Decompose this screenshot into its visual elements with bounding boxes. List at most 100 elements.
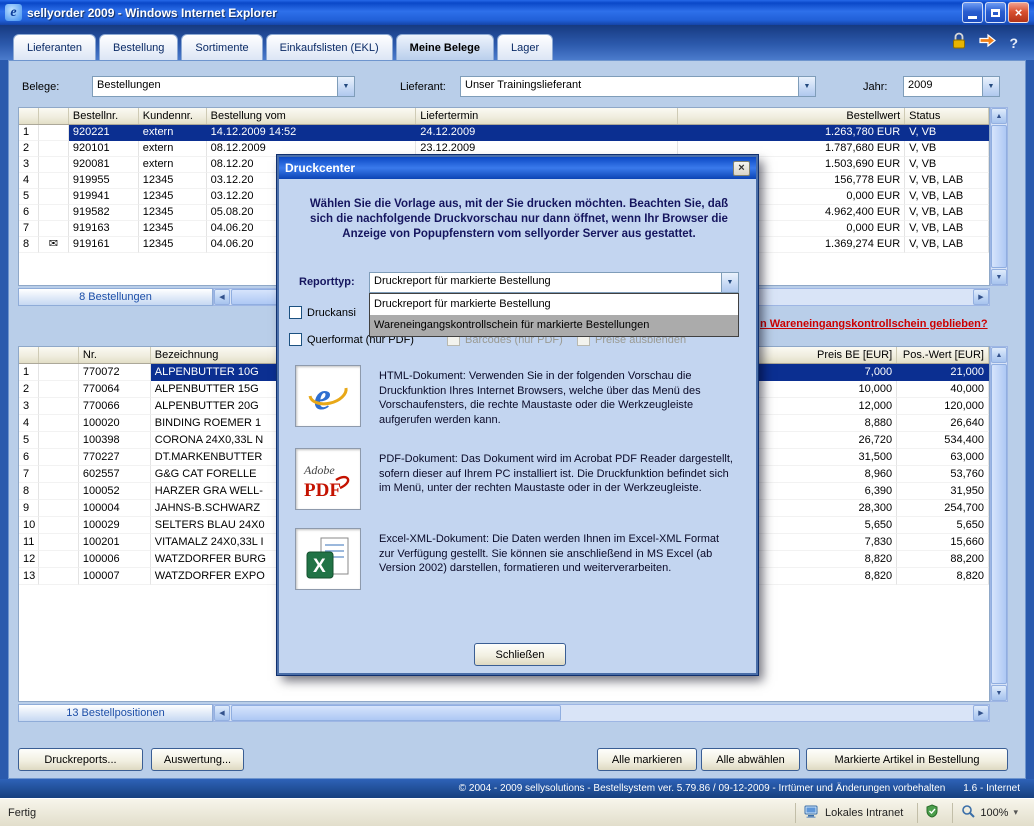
dialog-close-button[interactable]: × <box>733 161 750 176</box>
alle-markieren-button[interactable]: Alle markieren <box>597 748 697 771</box>
chevron-down-icon[interactable]: ▼ <box>337 77 354 96</box>
scrollbar-thumb[interactable] <box>231 705 561 721</box>
order-row[interactable]: 1 920221 extern 14.12.2009 14:52 24.12.2… <box>19 125 989 141</box>
row-number-cell: 8 <box>19 237 39 253</box>
restore-button[interactable] <box>985 2 1006 23</box>
cell-nr: 100029 <box>79 517 151 534</box>
tab-einkaufslisten[interactable]: Einkaufslisten (EKL) <box>266 34 393 60</box>
scroll-right-icon[interactable]: ▶ <box>973 289 989 305</box>
marker-cell <box>39 483 79 500</box>
markierte-artikel-button[interactable]: Markierte Artikel in Bestellung <box>806 748 1008 771</box>
checkbox-box <box>289 333 302 346</box>
col-nr[interactable]: Nr. <box>79 347 151 363</box>
row-number-cell: 6 <box>19 449 39 466</box>
security-section[interactable] <box>917 803 946 823</box>
tab-bestellung[interactable]: Bestellung <box>99 34 178 60</box>
tab-lager[interactable]: Lager <box>497 34 553 60</box>
col-bestellung-vom[interactable]: Bestellung vom <box>207 108 417 124</box>
chevron-down-icon[interactable]: ▼ <box>798 77 815 96</box>
marker-cell <box>39 500 79 517</box>
ie-logo-icon: e <box>5 4 22 21</box>
reporttyp-select[interactable]: Druckreport für markierte Bestellung ▼ <box>369 272 739 293</box>
col-pos-wert[interactable]: Pos.-Wert [EUR] <box>897 347 989 363</box>
marker-cell <box>39 398 79 415</box>
internet-explorer-icon[interactable]: e <box>295 365 361 427</box>
positions-vscrollbar[interactable]: ▲ ▼ <box>990 346 1008 702</box>
checkbox-label: Druckansi <box>307 307 356 319</box>
scroll-left-icon[interactable]: ◀ <box>214 289 230 305</box>
belege-select[interactable]: Bestellungen ▼ <box>92 76 355 97</box>
cell-pos-wert: 63,000 <box>897 449 989 466</box>
shield-icon <box>926 804 938 821</box>
row-number-cell: 5 <box>19 189 39 205</box>
cell-nr: 770227 <box>79 449 151 466</box>
main-navigation: Lieferanten Bestellung Sortimente Einkau… <box>0 25 1034 60</box>
col-kundennr[interactable]: Kundennr. <box>139 108 207 124</box>
scroll-up-icon[interactable]: ▲ <box>991 347 1007 363</box>
marker-cell <box>39 381 79 398</box>
cell-pos-wert: 53,760 <box>897 466 989 483</box>
chevron-down-icon[interactable]: ▼ <box>721 273 738 292</box>
cell-pos-wert: 5,650 <box>897 517 989 534</box>
cell-kundennr: 12345 <box>139 205 207 221</box>
positions-hscrollbar[interactable]: ◀ ▶ <box>213 704 990 722</box>
close-button[interactable]: × <box>1008 2 1029 23</box>
cell-kundennr: extern <box>139 125 207 141</box>
logout-arrow-icon[interactable] <box>978 33 997 53</box>
adobe-pdf-icon[interactable]: AdobePDF <box>295 448 361 510</box>
mail-envelope-icon <box>39 141 69 157</box>
col-rownum <box>19 108 39 124</box>
window-titlebar: e sellyorder 2009 - Windows Internet Exp… <box>0 0 1034 25</box>
cell-bestellnr: 919163 <box>69 221 139 237</box>
tab-sortimente[interactable]: Sortimente <box>181 34 262 60</box>
mail-envelope-icon <box>39 205 69 221</box>
col-bestellnr[interactable]: Bestellnr. <box>69 108 139 124</box>
col-preis-be[interactable]: Preis BE [EUR] <box>757 347 897 363</box>
lieferant-select[interactable]: Unser Trainingslieferant ▼ <box>460 76 816 97</box>
chevron-down-icon[interactable]: ▼ <box>982 77 999 96</box>
scroll-left-icon[interactable]: ◀ <box>214 705 230 721</box>
scroll-down-icon[interactable]: ▼ <box>991 269 1007 285</box>
belege-label: Belege: <box>22 81 59 93</box>
excel-xml-icon[interactable]: X <box>295 528 361 590</box>
col-liefertermin[interactable]: Liefertermin <box>416 108 677 124</box>
col-bestellwert[interactable]: Bestellwert <box>678 108 906 124</box>
row-number-cell: 1 <box>19 125 39 141</box>
minimize-button[interactable] <box>962 2 983 23</box>
caret-down-icon: ▾ <box>1013 807 1018 818</box>
cell-preis-be: 26,720 <box>757 432 897 449</box>
cell-status: V, VB <box>905 157 989 173</box>
marker-cell <box>39 466 79 483</box>
cell-preis-be: 5,650 <box>757 517 897 534</box>
wareneingangskontrollschein-link[interactable]: n Wareneingangskontrollschein geblieben? <box>760 318 988 330</box>
mail-envelope-icon <box>39 125 69 141</box>
scrollbar-thumb[interactable] <box>991 125 1007 268</box>
tab-lieferanten[interactable]: Lieferanten <box>13 34 96 60</box>
tab-meine-belege[interactable]: Meine Belege <box>396 34 494 60</box>
alle-abwaehlen-button[interactable]: Alle abwählen <box>701 748 800 771</box>
col-status[interactable]: Status <box>905 108 989 124</box>
scroll-down-icon[interactable]: ▼ <box>991 685 1007 701</box>
schliessen-button[interactable]: Schließen <box>474 643 566 666</box>
zoom-control[interactable]: 100% ▾ <box>952 803 1026 823</box>
row-number-cell: 1 <box>19 364 39 381</box>
scrollbar-thumb[interactable] <box>991 364 1007 684</box>
marker-cell <box>39 432 79 449</box>
help-icon[interactable]: ? <box>1009 35 1018 51</box>
marker-cell <box>39 364 79 381</box>
cell-nr: 770072 <box>79 364 151 381</box>
auswertung-button[interactable]: Auswertung... <box>151 748 244 771</box>
druckansicht-checkbox[interactable]: Druckansi <box>289 306 356 319</box>
cell-status: V, VB <box>905 141 989 157</box>
scroll-right-icon[interactable]: ▶ <box>973 705 989 721</box>
druckreports-button[interactable]: Druckreports... <box>18 748 143 771</box>
orders-vscrollbar[interactable]: ▲ ▼ <box>990 107 1008 286</box>
cell-pos-wert: 26,640 <box>897 415 989 432</box>
dropdown-option-wareneingangskontrollschein[interactable]: Wareneingangskontrollschein für markiert… <box>370 315 738 336</box>
jahr-select[interactable]: 2009 ▼ <box>903 76 1000 97</box>
scroll-up-icon[interactable]: ▲ <box>991 108 1007 124</box>
cell-pos-wert: 120,000 <box>897 398 989 415</box>
cell-status: V, VB, LAB <box>905 237 989 253</box>
cell-bestellnr: 920081 <box>69 157 139 173</box>
dropdown-option-druckreport[interactable]: Druckreport für markierte Bestellung <box>370 294 738 315</box>
